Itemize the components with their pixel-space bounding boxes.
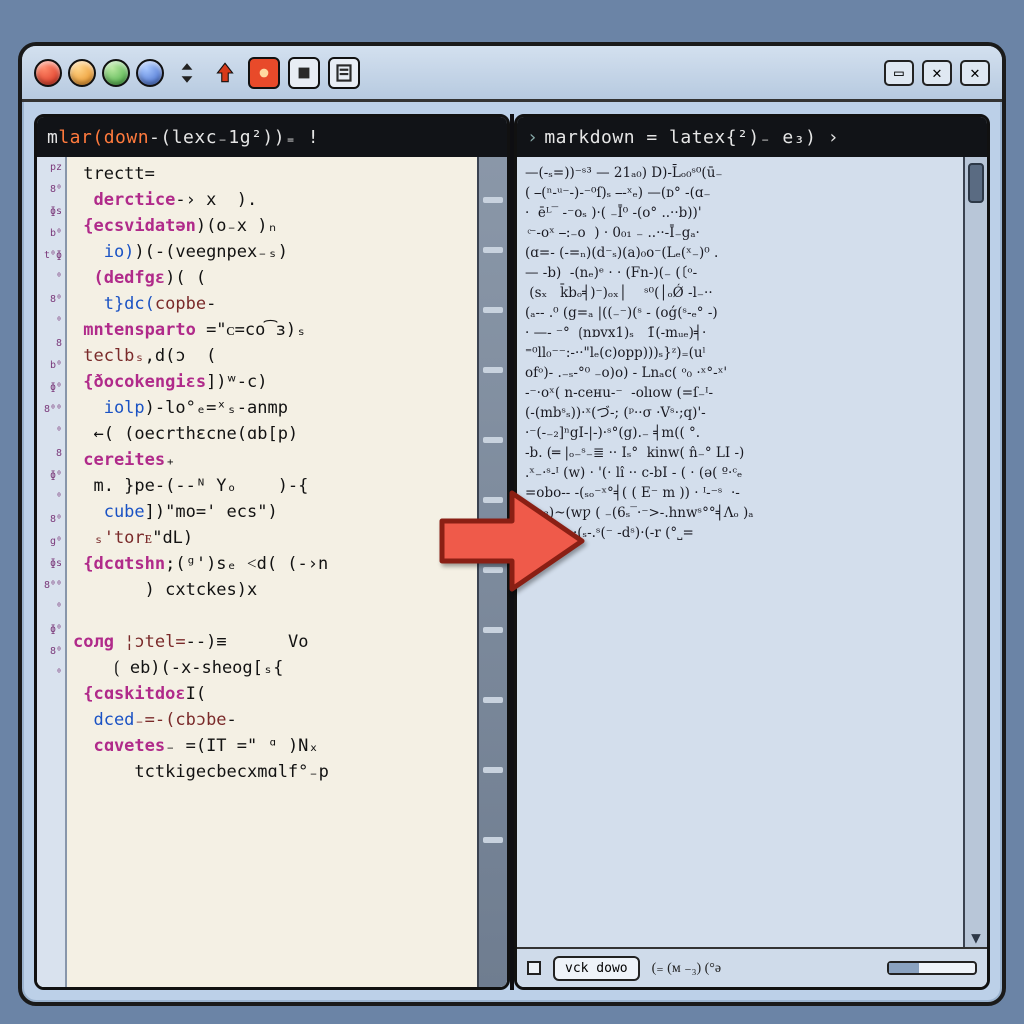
preview-pane-title: › markdown = latex{²)₋ e₃) › xyxy=(517,117,987,157)
app-window: ▭ ✕ ✕ m lar(down -(lexc₋1g²))₌ ! pz 8⁰ ɸ… xyxy=(18,42,1006,1006)
status-checkbox[interactable] xyxy=(527,961,541,975)
page-icon[interactable] xyxy=(328,57,360,89)
scroll-down-icon[interactable]: ▼ xyxy=(965,927,987,947)
source-pane-title: m lar(down -(lexc₋1g²))₌ ! xyxy=(37,117,507,157)
title-rest: -(lexc₋1g²))₌ ! xyxy=(149,127,319,148)
traffic-lights xyxy=(34,59,164,87)
traffic-orange[interactable] xyxy=(68,59,96,87)
stop-icon[interactable] xyxy=(288,57,320,89)
source-editor[interactable]: trectt= dercticе-› x ). {ecsvidatən)(o₋x… xyxy=(67,157,477,987)
traffic-green[interactable] xyxy=(102,59,130,87)
up-arrow-icon[interactable] xyxy=(210,58,240,88)
traffic-blue[interactable] xyxy=(136,59,164,87)
minimize-icon[interactable]: ▭ xyxy=(884,60,914,86)
content-area: m lar(down -(lexc₋1g²))₌ ! pz 8⁰ ɸs b⁰ t… xyxy=(22,102,1002,1002)
status-readout: (₌ (м ₋₃) (°ə xyxy=(652,960,721,977)
traffic-red[interactable] xyxy=(34,59,62,87)
chevron-icon: › xyxy=(527,127,538,148)
close-icon[interactable]: ✕ xyxy=(922,60,952,86)
title-prefix: m xyxy=(47,127,58,148)
action-button[interactable]: vck dоwo xyxy=(553,956,640,981)
progress-bar xyxy=(887,961,977,975)
scrollbar[interactable]: ▲ ▼ xyxy=(963,157,987,947)
title-accent: lar(down xyxy=(58,127,149,148)
sort-icon[interactable] xyxy=(172,58,202,88)
close-icon-2[interactable]: ✕ xyxy=(960,60,990,86)
status-bar: vck dоwo (₌ (м ₋₃) (°ə xyxy=(517,947,987,987)
convert-arrow-icon xyxy=(437,486,587,600)
scroll-thumb[interactable] xyxy=(968,163,984,203)
preview-title-text: markdown = latex{²)₋ e₃) › xyxy=(544,127,839,148)
line-gutter: pz 8⁰ ɸs b⁰ t⁰ɸ ⁰ 8⁰ ⁰ 8 b⁰ ɸ⁰ 8⁰⁰ ⁰ 8 ɸ… xyxy=(37,157,67,987)
preview-body: —(-ₛ=))⁻ˢ³ — 21ₐ₀) D)-L̄ₒ₀ˢ⁰(ū₋ ( ⎯(ⁿ-ᵘ⁻… xyxy=(517,157,987,947)
titlebar: ▭ ✕ ✕ xyxy=(22,46,1002,102)
record-icon[interactable] xyxy=(248,57,280,89)
